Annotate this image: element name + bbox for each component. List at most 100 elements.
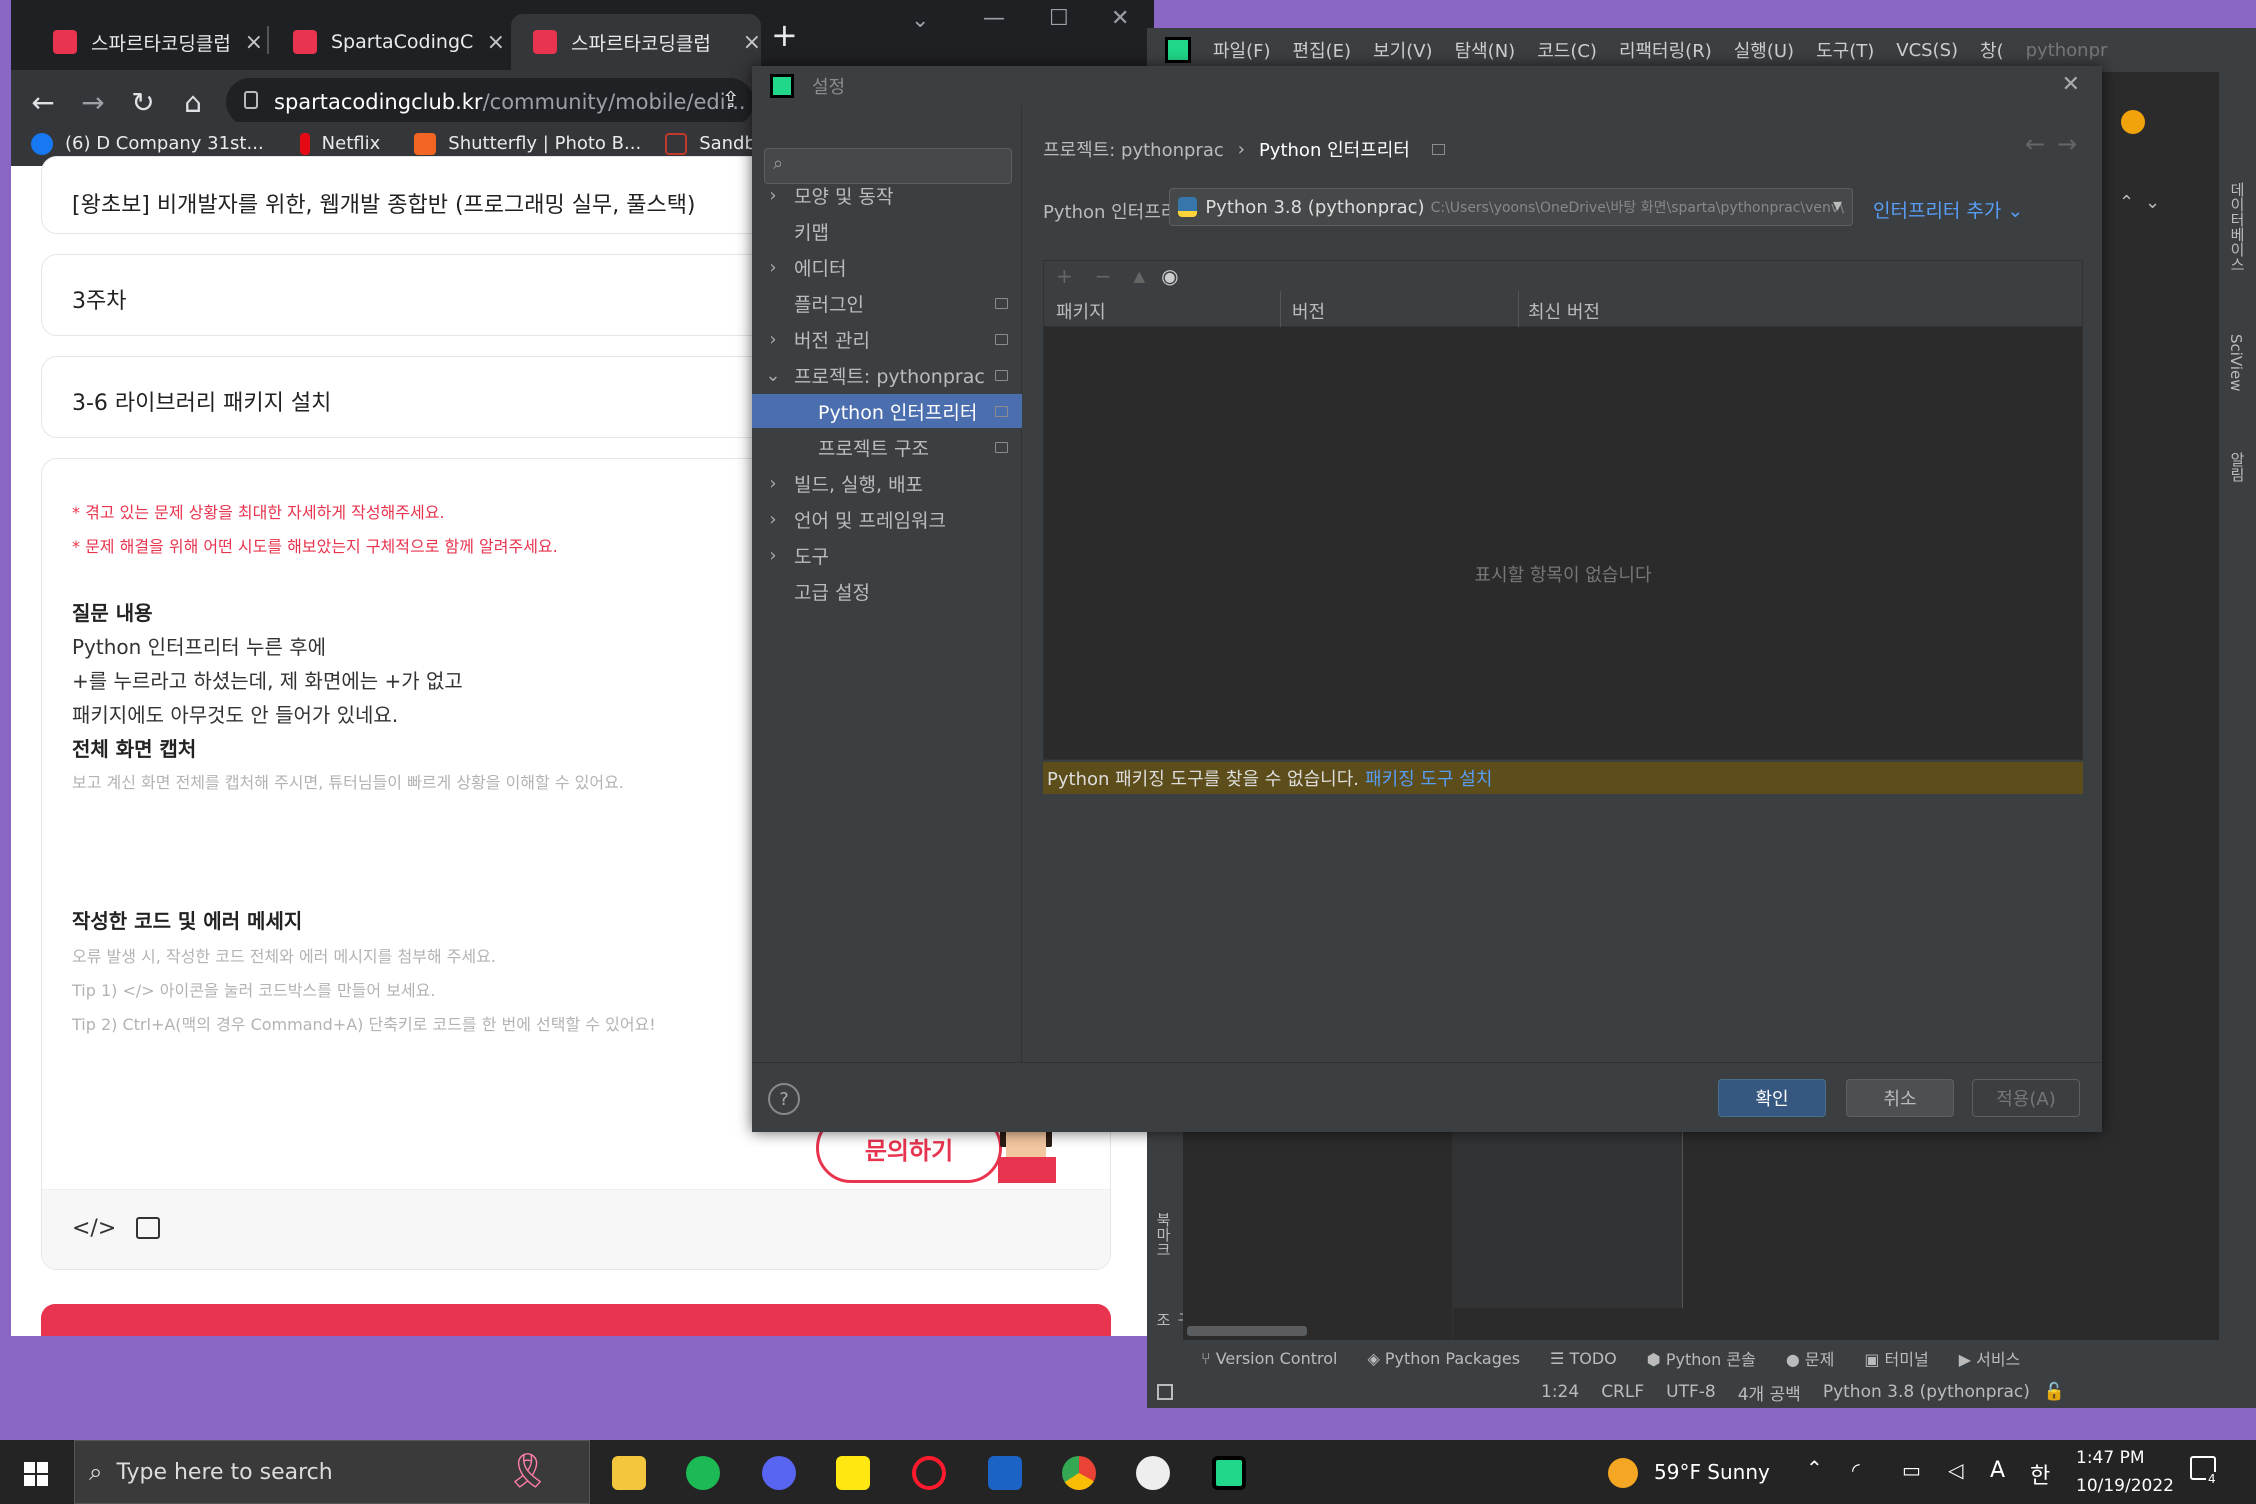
bookmarks-tab[interactable]: 북마크 — [1153, 1212, 1174, 1257]
settings-tree-item[interactable]: Python 인터프리터 — [752, 394, 1022, 428]
version-control-tab[interactable]: ⑂ Version Control — [1201, 1349, 1337, 1368]
python-packages-tab[interactable]: ◈ Python Packages — [1367, 1349, 1520, 1368]
back-icon[interactable]: ← — [21, 86, 65, 119]
chrome-tab[interactable]: 스파르타코딩클럽 × — [31, 14, 263, 70]
submit-button[interactable] — [41, 1304, 1111, 1336]
database-tab[interactable]: 데이터베이스 — [2227, 182, 2248, 272]
pycharm-icon[interactable] — [1212, 1456, 1246, 1490]
forward-arrow-icon[interactable]: → — [2057, 130, 2077, 158]
add-interpreter-link[interactable]: 인터프리터 추가 ⌄ — [1873, 196, 2023, 223]
line-separator[interactable]: CRLF — [1601, 1382, 1644, 1402]
tab-close-icon[interactable]: × — [743, 30, 761, 55]
input-mode[interactable]: A — [1990, 1458, 2005, 1483]
add-package-icon[interactable]: + — [1056, 264, 1073, 288]
menu-vcs[interactable]: VCS(S) — [1896, 40, 1958, 61]
spotify-icon[interactable] — [686, 1456, 720, 1490]
code-block-icon[interactable]: </> — [72, 1216, 116, 1241]
menu-refactor[interactable]: 리팩터링(R) — [1619, 37, 1712, 63]
settings-tree-item[interactable]: 프로젝트 구조 — [752, 430, 1022, 464]
reload-icon[interactable]: ↻ — [121, 86, 165, 119]
wifi-icon[interactable]: ◜ — [1852, 1458, 1860, 1482]
python-console-tab[interactable]: ⬢ Python 콘솔 — [1647, 1346, 1756, 1370]
problems-tab[interactable]: ● 문제 — [1786, 1346, 1835, 1370]
menu-view[interactable]: 보기(V) — [1373, 37, 1432, 63]
volume-icon[interactable]: ◁ — [1948, 1458, 1963, 1482]
settings-tree-item[interactable]: › 버전 관리 — [752, 322, 1022, 356]
bookmark-item[interactable]: Netflix — [299, 133, 380, 155]
column-version[interactable]: 버전 — [1292, 298, 1325, 324]
sciview-tab[interactable]: SciView — [2227, 334, 2245, 392]
notifications-tab[interactable]: 알림 — [2227, 452, 2248, 482]
chrome-tab[interactable]: SpartaCodingClub × — [273, 14, 505, 70]
settings-tree-item[interactable]: › 빌드, 실행, 배포 — [752, 466, 1022, 500]
update-icon[interactable] — [2121, 110, 2145, 134]
chevron-down-icon[interactable]: ⌄ — [2145, 192, 2160, 213]
help-icon[interactable]: ? — [768, 1083, 800, 1115]
indent-setting[interactable]: 4개 공백 — [1738, 1380, 1801, 1405]
upgrade-package-icon[interactable]: ▲ — [1134, 267, 1146, 285]
chevron-right-icon[interactable]: › — [752, 545, 794, 566]
discord-icon[interactable] — [762, 1456, 796, 1490]
settings-tree-item[interactable]: › 모양 및 동작 — [752, 178, 1022, 212]
project-tool-window[interactable] — [1183, 1132, 1453, 1340]
chevron-right-icon[interactable]: › — [752, 329, 794, 350]
clock-time[interactable]: 1:47 PM — [2076, 1448, 2145, 1468]
menu-edit[interactable]: 편집(E) — [1293, 37, 1352, 63]
chevron-up-icon[interactable]: ⌃ — [1806, 1456, 1823, 1480]
battery-icon[interactable]: ▭ — [1902, 1458, 1921, 1482]
eye-icon[interactable]: ◉ — [1161, 264, 1178, 288]
settings-tree-item[interactable]: › 에디터 — [752, 250, 1022, 284]
maximize-button[interactable]: ☐ — [1049, 6, 1069, 31]
cancel-button[interactable]: 취소 — [1846, 1079, 1954, 1117]
chrome-tab-active[interactable]: 스파르타코딩클럽 × — [511, 14, 761, 70]
scrollbar[interactable] — [1187, 1326, 1307, 1336]
chevron-right-icon[interactable]: › — [752, 257, 794, 278]
bookmark-item[interactable]: Shutterfly | Photo B... — [414, 133, 641, 155]
kakaotalk-icon[interactable] — [836, 1456, 870, 1490]
app-icon[interactable] — [1136, 1456, 1170, 1490]
menu-file[interactable]: 파일(F) — [1213, 37, 1271, 63]
chevron-right-icon[interactable]: › — [752, 473, 794, 494]
new-tab-button[interactable]: + — [771, 16, 798, 54]
language-indicator[interactable]: 한 — [2030, 1458, 2050, 1490]
menu-code[interactable]: 코드(C) — [1537, 37, 1597, 63]
chrome-icon[interactable] — [1062, 1456, 1096, 1490]
chevron-down-icon[interactable]: ⌄ — [752, 365, 794, 386]
settings-tree-item[interactable]: ⌄ 프로젝트: pythonprac — [752, 358, 1022, 392]
settings-tree-item[interactable]: › 도구 — [752, 538, 1022, 572]
menu-run[interactable]: 실행(U) — [1734, 37, 1794, 63]
remove-package-icon[interactable]: − — [1095, 264, 1112, 288]
caret-position[interactable]: 1:24 — [1541, 1382, 1579, 1402]
settings-tree-item[interactable]: 플러그인 — [752, 286, 1022, 320]
weather-text[interactable]: 59°F Sunny — [1654, 1460, 1770, 1484]
tab-search-icon[interactable]: ⌄ — [911, 8, 929, 33]
clock-date[interactable]: 10/19/2022 — [2076, 1476, 2174, 1496]
todo-tab[interactable]: ☰ TODO — [1550, 1349, 1617, 1368]
interpreter-status[interactable]: Python 3.8 (pythonprac) — [1823, 1382, 2030, 1402]
layout-icon[interactable] — [1157, 1384, 1173, 1400]
close-button[interactable]: ✕ — [1111, 6, 1129, 31]
settings-tree-item[interactable]: 키맵 — [752, 214, 1022, 248]
image-icon[interactable] — [136, 1217, 160, 1239]
taskbar-search[interactable]: ⌕ Type here to search 🎗 — [74, 1440, 590, 1504]
chevron-up-icon[interactable]: ⌃ — [2119, 192, 2134, 213]
tab-close-icon[interactable]: × — [487, 30, 505, 55]
share-icon[interactable]: ⇪ — [722, 88, 740, 113]
terminal-tab[interactable]: ▣ 터미널 — [1864, 1346, 1928, 1370]
file-encoding[interactable]: UTF-8 — [1666, 1382, 1716, 1402]
chevron-right-icon[interactable]: › — [752, 185, 794, 206]
bookmark-item[interactable]: (6) D Company 31st... — [31, 133, 264, 155]
interpreter-select[interactable]: Python 3.8 (pythonprac) C:\Users\yoons\O… — [1169, 188, 1853, 226]
forward-icon[interactable]: → — [71, 86, 115, 119]
install-packaging-tools-link[interactable]: 패키징 도구 설치 — [1365, 765, 1492, 791]
menu-window[interactable]: 창( — [1980, 37, 2004, 63]
services-tab[interactable]: ▶ 서비스 — [1959, 1346, 2021, 1370]
settings-tree-item[interactable]: › 언어 및 프레임워크 — [752, 502, 1022, 536]
apply-button[interactable]: 적용(A) — [1972, 1079, 2080, 1117]
column-package[interactable]: 패키지 — [1056, 298, 1106, 324]
back-arrow-icon[interactable]: ← — [2025, 130, 2045, 158]
address-bar[interactable]: spartacodingclub.kr /community/mobile/ed… — [226, 78, 754, 126]
chevron-right-icon[interactable]: › — [752, 509, 794, 530]
tab-close-icon[interactable]: × — [245, 30, 263, 55]
minimize-button[interactable]: — — [983, 6, 1005, 31]
